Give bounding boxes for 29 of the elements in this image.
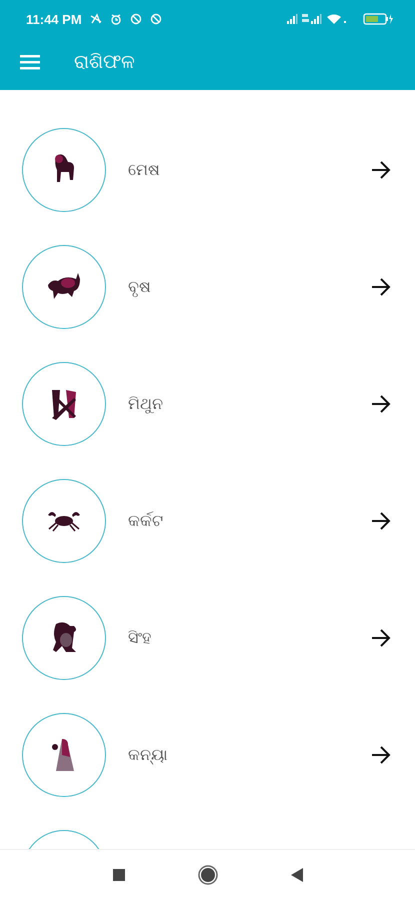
recents-icon[interactable] (112, 868, 126, 882)
blocked-icon (150, 13, 162, 25)
sign-badge[interactable] (22, 478, 106, 562)
sign-name: କର୍କଟ (128, 511, 163, 530)
sign-name: କନ୍ୟା (128, 745, 168, 764)
sign-name: ମିଥୁନ (128, 394, 163, 413)
menu-icon (20, 54, 40, 70)
sign-badge[interactable] (22, 596, 106, 680)
sign-badge[interactable] (22, 128, 106, 212)
menu-button[interactable] (20, 54, 40, 70)
alarm-icon (110, 13, 122, 25)
arrow-right-icon[interactable] (371, 512, 391, 530)
back-icon[interactable] (290, 867, 304, 883)
arrow-right-icon[interactable] (371, 746, 391, 764)
status-time: 11:44 PM (26, 12, 82, 26)
sign-badge[interactable] (22, 362, 106, 446)
blocked-icon (130, 13, 142, 25)
arrow-right-icon[interactable] (371, 160, 391, 178)
arrow-right-icon[interactable] (371, 278, 391, 296)
home-icon[interactable] (198, 865, 218, 885)
sign-name: ମେଷ (128, 160, 160, 179)
sign-name: ବୃଷ (128, 277, 151, 296)
app-title: ରାଶିଫଳ (74, 51, 135, 73)
sign-badge[interactable] (22, 244, 106, 328)
battery-icon (363, 13, 393, 25)
sign-name: ସିଂହ (128, 628, 151, 647)
arrow-right-icon[interactable] (371, 394, 391, 412)
arrow-right-icon[interactable] (371, 628, 391, 646)
alarm-off-icon (90, 13, 102, 25)
